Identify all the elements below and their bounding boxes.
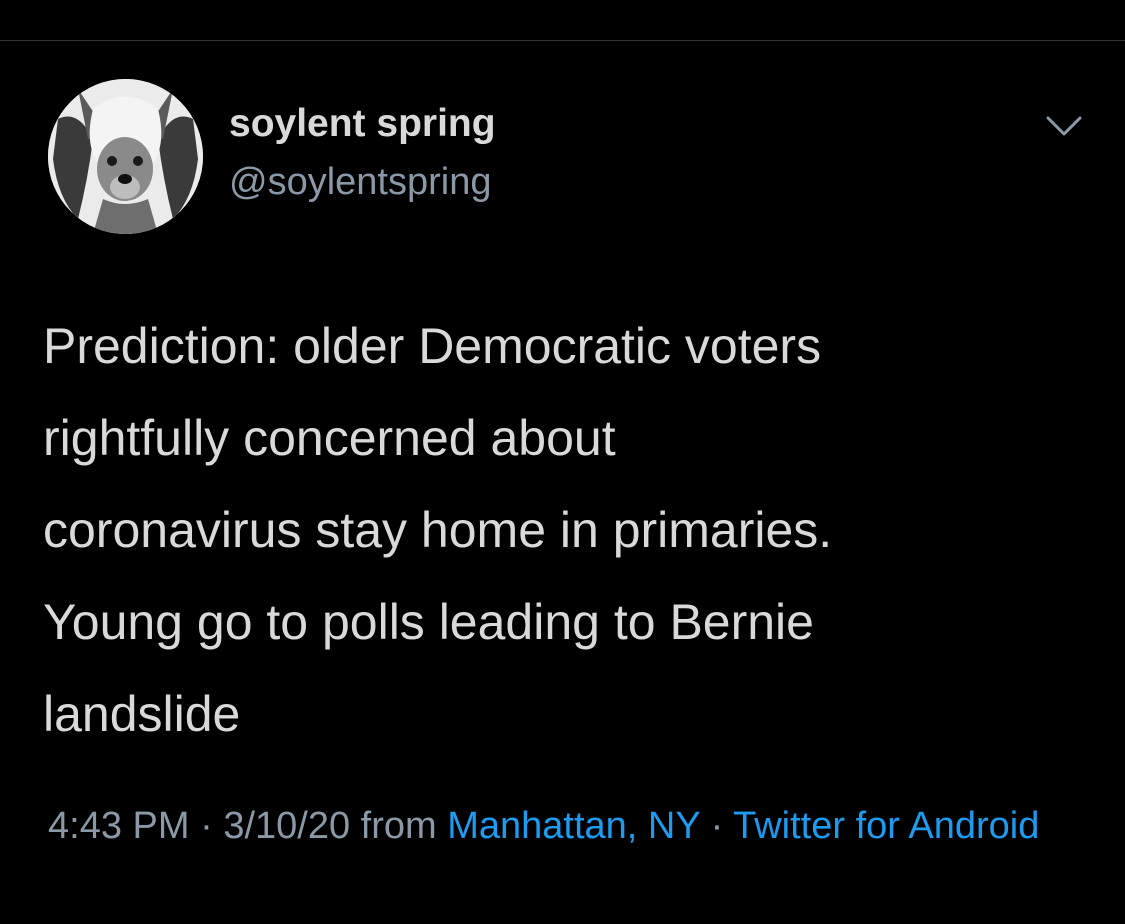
top-divider (0, 40, 1125, 41)
tweet-time[interactable]: 4:43 PM (48, 805, 190, 847)
from-label: from (350, 805, 448, 847)
handle[interactable]: @soylentspring (229, 163, 491, 201)
source-link[interactable]: Twitter for Android (733, 805, 1039, 847)
avatar[interactable] (48, 79, 203, 234)
display-name[interactable]: soylent spring (229, 104, 496, 143)
chevron-down-icon (1046, 116, 1082, 136)
tweet-meta: 4:43 PM · 3/10/20 from Manhattan, NY · T… (48, 796, 1048, 856)
more-menu-button[interactable] (1040, 110, 1088, 146)
meta-separator: · (700, 805, 734, 847)
location-link[interactable]: Manhattan, NY (447, 805, 700, 847)
tweet-date[interactable]: 3/10/20 (223, 805, 350, 847)
meta-separator: · (189, 805, 224, 847)
tweet-text: Prediction: older Democratic voters righ… (43, 318, 833, 742)
hairless-dog-avatar-icon (48, 79, 203, 234)
